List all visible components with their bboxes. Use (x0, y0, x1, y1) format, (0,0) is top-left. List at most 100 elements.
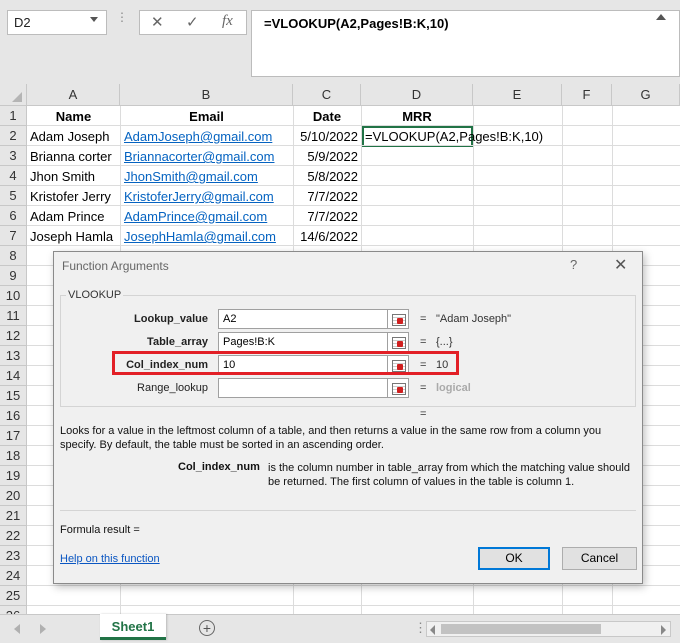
row-header[interactable]: 14 (0, 366, 27, 386)
column-header-d[interactable]: D (361, 84, 473, 106)
row-header[interactable]: 20 (0, 486, 27, 506)
row-header[interactable]: 25 (0, 586, 27, 606)
cell-mrr[interactable] (361, 167, 473, 187)
enter-icon[interactable]: ✓ (186, 13, 199, 31)
row-header[interactable]: 10 (0, 286, 27, 306)
row-header[interactable]: 3 (0, 146, 27, 166)
more-options-icon: ⋮ (116, 10, 128, 24)
horizontal-scrollbar[interactable] (426, 621, 671, 637)
row-header[interactable]: 9 (0, 266, 27, 286)
header-cell-mrr[interactable]: MRR (361, 107, 473, 127)
arg-result-range-lookup: logical (436, 382, 471, 394)
cell-email[interactable]: AdamJoseph@gmail.com (120, 127, 293, 147)
prev-sheet-icon[interactable] (14, 624, 20, 634)
add-sheet-icon[interactable]: + (199, 620, 215, 636)
cell-email[interactable]: JosephHamla@gmail.com (120, 227, 293, 247)
ok-button[interactable]: OK (478, 547, 550, 570)
cell-mrr[interactable]: =VLOOKUP(A2,Pages!B:K,10) (361, 127, 543, 147)
row-header[interactable]: 5 (0, 186, 27, 206)
formula-input[interactable]: =VLOOKUP(A2,Pages!B:K,10) (251, 10, 680, 77)
cell-mrr[interactable] (361, 227, 473, 247)
scrollbar-thumb[interactable] (441, 624, 601, 634)
scroll-right-icon[interactable] (661, 625, 666, 635)
row-header[interactable]: 16 (0, 406, 27, 426)
cell-email[interactable]: Briannacorter@gmail.com (120, 147, 293, 167)
row-header[interactable]: 7 (0, 226, 27, 246)
row-header[interactable]: 24 (0, 566, 27, 586)
row-header[interactable]: 15 (0, 386, 27, 406)
row-header[interactable]: 21 (0, 506, 27, 526)
row-header[interactable]: 17 (0, 426, 27, 446)
arg-input-lookup-value[interactable]: A2 (218, 309, 388, 329)
formula-result: Formula result = (60, 524, 140, 536)
name-box[interactable]: D2 (7, 10, 107, 35)
collapse-dialog-icon[interactable] (387, 378, 409, 398)
collapse-dialog-icon[interactable] (387, 309, 409, 329)
cell-date[interactable]: 14/6/2022 (293, 227, 361, 247)
cancel-button[interactable]: Cancel (562, 547, 637, 570)
help-icon[interactable]: ? (570, 257, 577, 272)
row-header[interactable]: 13 (0, 346, 27, 366)
chevron-down-icon[interactable] (90, 17, 98, 22)
header-cell-name[interactable]: Name (27, 107, 120, 127)
column-header-a[interactable]: A (27, 84, 120, 106)
cell-mrr[interactable] (361, 147, 473, 167)
cell-mrr[interactable] (361, 187, 473, 207)
cell-email[interactable]: AdamPrince@gmail.com (120, 207, 293, 227)
collapse-formula-bar-icon[interactable] (656, 14, 666, 20)
arg-label-lookup-value: Lookup_value (134, 313, 208, 325)
next-sheet-icon[interactable] (40, 624, 46, 634)
row-header[interactable]: 23 (0, 546, 27, 566)
arg-input-range-lookup[interactable] (218, 378, 388, 398)
cell-name[interactable]: Joseph Hamla (27, 227, 120, 247)
highlight-annotation-box (112, 351, 459, 375)
cell-email[interactable]: KristoferJerry@gmail.com (120, 187, 293, 207)
collapse-dialog-icon[interactable] (387, 332, 409, 352)
row-header[interactable]: 1 (0, 106, 27, 126)
arg-equals: = (420, 336, 427, 348)
cell-date[interactable]: 5/10/2022 (293, 127, 361, 147)
formula-buttons: ✕ ✓ fx (139, 10, 247, 35)
row-header[interactable]: 19 (0, 466, 27, 486)
cell-name[interactable]: Kristofer Jerry (27, 187, 120, 207)
arg-label-table-array: Table_array (147, 336, 208, 348)
column-header-e[interactable]: E (473, 84, 562, 106)
cell-name[interactable]: Jhon Smith (27, 167, 120, 187)
scroll-left-icon[interactable] (430, 625, 435, 635)
gridline (27, 605, 680, 606)
arg-equals: = (420, 382, 427, 394)
column-header-c[interactable]: C (293, 84, 361, 106)
cell-name[interactable]: Brianna corter (27, 147, 120, 167)
close-icon[interactable]: ✕ (614, 255, 627, 275)
insert-function-icon[interactable]: fx (222, 13, 233, 30)
column-header-g[interactable]: G (612, 84, 680, 106)
row-header[interactable]: 6 (0, 206, 27, 226)
cell-date[interactable]: 7/7/2022 (293, 207, 361, 227)
row-header[interactable]: 18 (0, 446, 27, 466)
row-header[interactable]: 12 (0, 326, 27, 346)
header-cell-date[interactable]: Date (293, 107, 361, 127)
arg-input-table-array[interactable]: Pages!B:K (218, 332, 388, 352)
row-header[interactable]: 11 (0, 306, 27, 326)
row-header[interactable]: 26 (0, 606, 27, 614)
formula-bar-area: D2 ⋮ ✕ ✓ fx =VLOOKUP(A2,Pages!B:K,10) (0, 0, 680, 84)
cell-name[interactable]: Adam Prince (27, 207, 120, 227)
row-header[interactable]: 22 (0, 526, 27, 546)
function-description: Looks for a value in the leftmost column… (60, 425, 602, 451)
help-on-function-link[interactable]: Help on this function (60, 553, 160, 565)
row-header[interactable]: 8 (0, 246, 27, 266)
row-header[interactable]: 4 (0, 166, 27, 186)
column-header-b[interactable]: B (120, 84, 293, 106)
column-header-f[interactable]: F (562, 84, 612, 106)
cell-mrr[interactable] (361, 207, 473, 227)
cell-date[interactable]: 7/7/2022 (293, 187, 361, 207)
cell-date[interactable]: 5/8/2022 (293, 167, 361, 187)
row-header[interactable]: 2 (0, 126, 27, 146)
header-cell-email[interactable]: Email (120, 107, 293, 127)
cell-email[interactable]: JhonSmith@gmail.com (120, 167, 293, 187)
cell-date[interactable]: 5/9/2022 (293, 147, 361, 167)
cell-name[interactable]: Adam Joseph (27, 127, 120, 147)
cancel-icon[interactable]: ✕ (151, 13, 164, 31)
arg-result-table-array: {...} (436, 336, 453, 348)
sheet-tab-sheet1[interactable]: Sheet1 (100, 614, 166, 640)
